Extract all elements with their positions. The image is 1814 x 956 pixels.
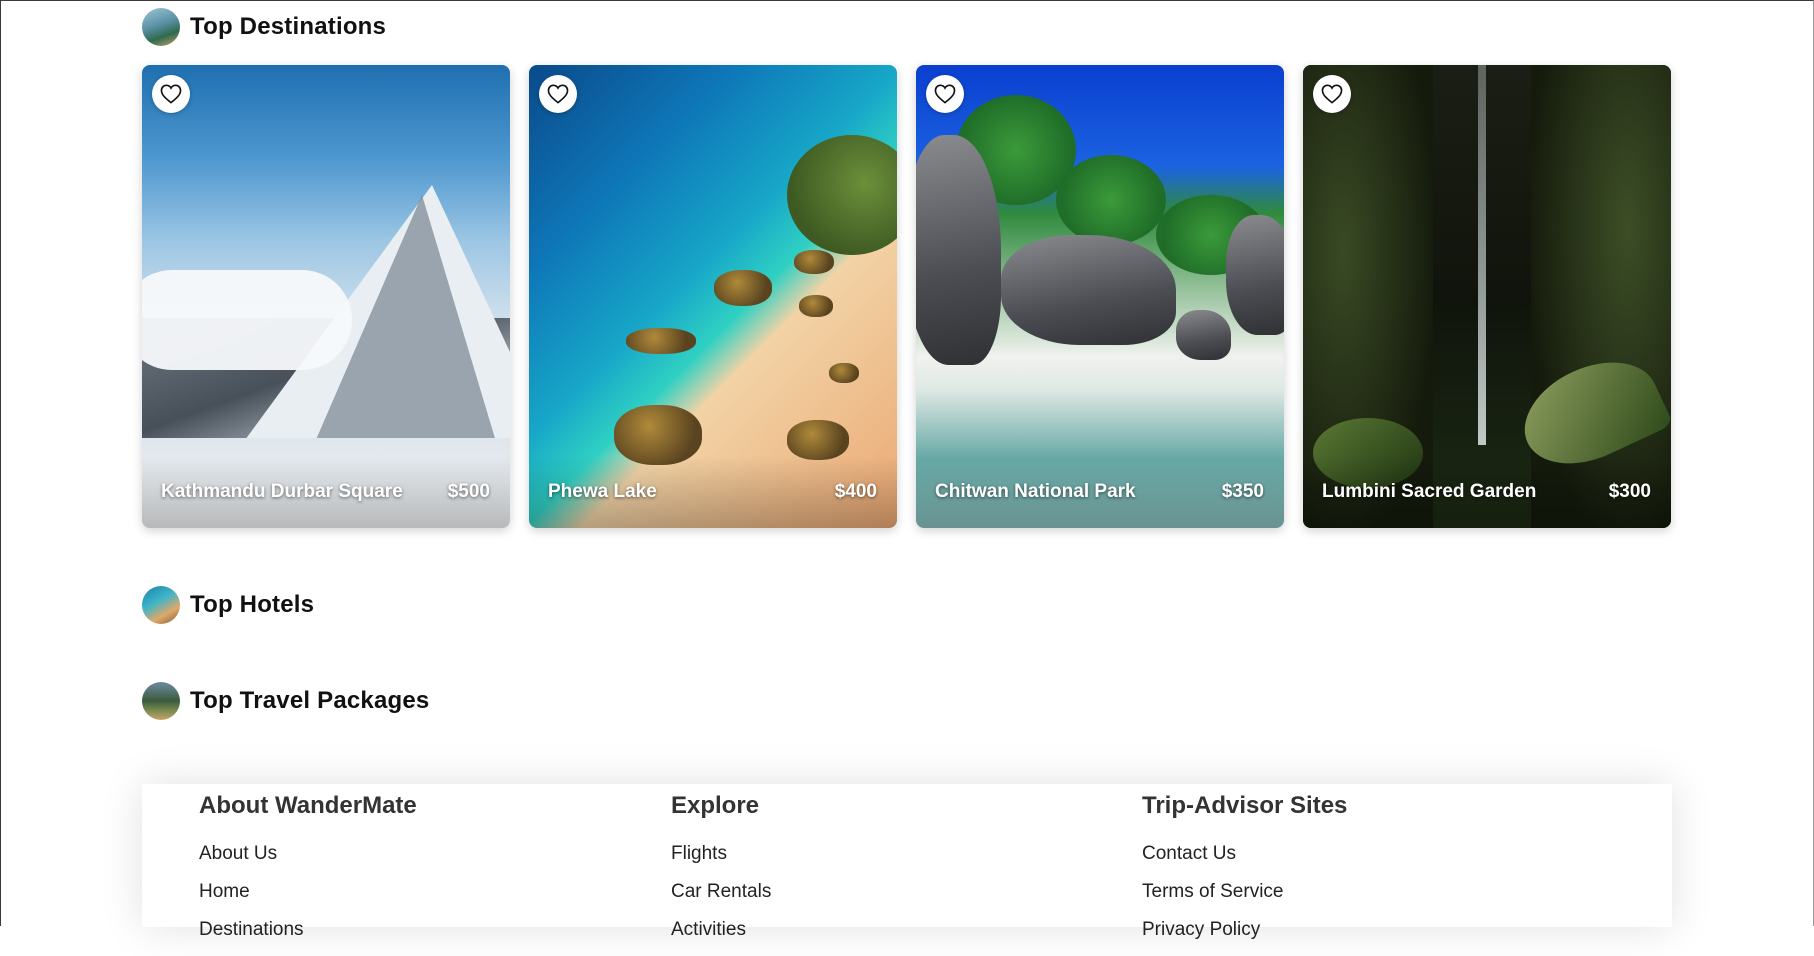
footer-column-explore: Explore Flights Car Rentals Activities <box>671 792 771 956</box>
footer-link[interactable]: About Us <box>199 842 417 866</box>
section-title: Top Destinations <box>190 13 387 40</box>
footer-column-about: About WanderMate About Us Home Destinati… <box>199 792 417 956</box>
footer-link[interactable]: Home <box>199 880 417 904</box>
favorite-button[interactable] <box>152 75 190 113</box>
footer-column-title: Trip-Advisor Sites <box>1142 792 1348 819</box>
destination-caption: Kathmandu Durbar Square $500 <box>142 456 510 528</box>
footer-column-sites: Trip-Advisor Sites Contact Us Terms of S… <box>1142 792 1347 956</box>
destination-price: $300 <box>1608 481 1651 502</box>
destination-price: $500 <box>447 481 490 502</box>
destination-name: Kathmandu Durbar Square <box>161 481 403 502</box>
footer-column-title: Explore <box>671 792 760 819</box>
footer-link[interactable]: Privacy Policy <box>1142 918 1347 942</box>
destination-price: $400 <box>834 481 877 502</box>
packages-thumbnail <box>142 682 180 720</box>
footer-link[interactable]: Contact Us <box>1142 842 1347 866</box>
footer-link[interactable]: Activities <box>671 918 771 942</box>
destination-card[interactable]: Phewa Lake $400 <box>529 65 897 528</box>
heart-outline-icon <box>934 84 956 104</box>
footer: About WanderMate About Us Home Destinati… <box>142 784 1672 940</box>
heart-outline-icon <box>547 84 569 104</box>
favorite-button[interactable] <box>539 75 577 113</box>
destination-card[interactable]: Kathmandu Durbar Square $500 <box>142 65 510 528</box>
footer-column-title: About WanderMate <box>199 792 417 819</box>
destination-caption: Phewa Lake $400 <box>529 456 897 528</box>
top-destinations-header: Top Destinations <box>142 8 386 46</box>
footer-link[interactable]: Destinations <box>199 918 417 942</box>
section-title: Top Travel Packages <box>190 687 430 714</box>
footer-link[interactable]: Flights <box>671 842 771 866</box>
destination-card[interactable]: Chitwan National Park $350 <box>916 65 1284 528</box>
heart-outline-icon <box>160 84 182 104</box>
top-packages-header: Top Travel Packages <box>142 682 429 720</box>
heart-outline-icon <box>1321 84 1343 104</box>
favorite-button[interactable] <box>1313 75 1351 113</box>
destination-name: Lumbini Sacred Garden <box>1322 481 1537 502</box>
footer-link[interactable]: Car Rentals <box>671 880 771 904</box>
top-hotels-header: Top Hotels <box>142 586 314 624</box>
destination-name: Phewa Lake <box>548 481 657 502</box>
destination-price: $350 <box>1221 481 1264 502</box>
favorite-button[interactable] <box>926 75 964 113</box>
destinations-thumbnail <box>142 8 180 46</box>
section-title: Top Hotels <box>190 591 315 618</box>
destination-caption: Chitwan National Park $350 <box>916 456 1284 528</box>
destination-name: Chitwan National Park <box>935 481 1136 502</box>
footer-link[interactable]: Terms of Service <box>1142 880 1347 904</box>
destination-card[interactable]: Lumbini Sacred Garden $300 <box>1303 65 1671 528</box>
destination-caption: Lumbini Sacred Garden $300 <box>1303 456 1671 528</box>
destination-cards: Kathmandu Durbar Square $500 Phewa Lake … <box>142 65 1672 528</box>
hotels-thumbnail <box>142 586 180 624</box>
